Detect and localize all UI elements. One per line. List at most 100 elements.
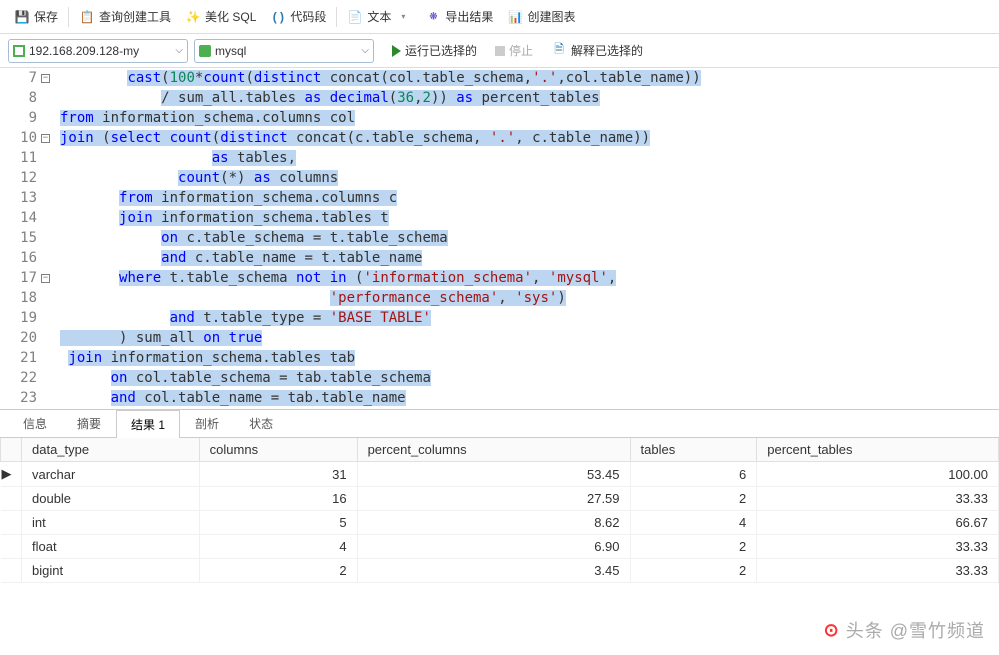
grid-header-row: data_typecolumnspercent_columnstablesper… — [1, 438, 999, 462]
code-line[interactable]: / sum_all.tables as decimal(36,2)) as pe… — [56, 88, 999, 108]
code-line[interactable]: from information_schema.columns c — [56, 188, 999, 208]
table-row[interactable]: bigint23.45233.33 — [1, 559, 999, 583]
code-line[interactable]: on c.table_schema = t.table_schema — [56, 228, 999, 248]
save-button[interactable]: 💾 保存 — [8, 4, 64, 29]
table-row[interactable]: ▶varchar3153.456100.00 — [1, 462, 999, 487]
line-number: 10− — [0, 128, 56, 148]
code-line[interactable]: and c.table_name = t.table_name — [56, 248, 999, 268]
line-number: 13 — [0, 188, 56, 208]
result-tabs: 信息 摘要 结果 1 剖析 状态 — [0, 410, 999, 438]
code-line[interactable]: ) sum_all on true — [56, 328, 999, 348]
save-icon: 💾 — [14, 9, 30, 25]
table-row[interactable]: double1627.59233.33 — [1, 487, 999, 511]
code-line[interactable]: where t.table_schema not in ('informatio… — [56, 268, 999, 288]
code-line[interactable]: cast(100*count(distinct concat(col.table… — [56, 68, 999, 88]
column-header[interactable]: percent_columns — [357, 438, 630, 462]
tab-result[interactable]: 结果 1 — [116, 410, 180, 438]
line-number: 16 — [0, 248, 56, 268]
query-tool-button[interactable]: 📋 查询创建工具 — [73, 4, 177, 29]
tab-profile[interactable]: 剖析 — [180, 409, 234, 437]
fold-icon[interactable]: − — [41, 134, 50, 143]
column-header[interactable]: percent_tables — [757, 438, 999, 462]
text-button[interactable]: 📄 文本 ▾ — [341, 4, 417, 29]
code-line[interactable]: count(*) as columns — [56, 168, 999, 188]
connection-icon — [13, 45, 25, 57]
watermark-prefix: 头条 — [846, 617, 884, 643]
explain-label: 解释已选择的 — [571, 42, 643, 59]
line-number: 18 — [0, 288, 56, 308]
code-line[interactable]: from information_schema.columns col — [56, 108, 999, 128]
text-label: 文本 — [367, 8, 391, 25]
fold-icon[interactable]: − — [41, 274, 50, 283]
stop-label: 停止 — [509, 42, 533, 59]
code-seg-icon: ( ) — [270, 9, 286, 25]
line-number: 23 — [0, 388, 56, 408]
run-label: 运行已选择的 — [405, 42, 477, 59]
table-row[interactable]: int58.62466.67 — [1, 511, 999, 535]
line-number: 21 — [0, 348, 56, 368]
line-number: 12 — [0, 168, 56, 188]
explain-button[interactable]: 🗎 解释已选择的 — [545, 40, 649, 61]
play-icon — [392, 45, 401, 57]
chart-button[interactable]: 📊 创建图表 — [501, 4, 581, 29]
chart-icon: 📊 — [507, 9, 523, 25]
code-seg-button[interactable]: ( ) 代码段 — [264, 4, 332, 29]
database-icon — [199, 45, 211, 57]
export-icon: 🞽 — [425, 9, 441, 25]
line-number: 22 — [0, 368, 56, 388]
main-toolbar: 💾 保存 📋 查询创建工具 ✨ 美化 SQL ( ) 代码段 📄 文本 ▾ 🞽 … — [0, 0, 999, 34]
code-line[interactable]: and col.table_name = tab.table_name — [56, 388, 999, 408]
code-seg-label: 代码段 — [290, 8, 326, 25]
stop-button[interactable]: 停止 — [489, 40, 539, 61]
chevron-down-icon: ⌵ — [361, 45, 369, 56]
chevron-down-icon: ⌵ — [175, 45, 183, 56]
column-header[interactable]: tables — [630, 438, 757, 462]
code-line[interactable]: and t.table_type = 'BASE TABLE' — [56, 308, 999, 328]
tab-summary[interactable]: 摘要 — [62, 409, 116, 437]
line-number: 7− — [0, 68, 56, 88]
fold-icon[interactable]: − — [41, 74, 50, 83]
line-number: 11 — [0, 148, 56, 168]
line-number: 20 — [0, 328, 56, 348]
watermark-icon: ⊙ — [824, 620, 840, 641]
chevron-down-icon: ▾ — [395, 9, 411, 25]
run-selected-button[interactable]: 运行已选择的 — [386, 40, 483, 61]
export-label: 导出结果 — [445, 8, 493, 25]
tab-info[interactable]: 信息 — [8, 409, 62, 437]
watermark-text: @雪竹频道 — [890, 617, 985, 643]
table-row[interactable]: float46.90233.33 — [1, 535, 999, 559]
save-label: 保存 — [34, 8, 58, 25]
line-gutter: 7−8910−11121314151617−181920212223 — [0, 68, 56, 409]
server-name: 192.168.209.128-my — [29, 44, 139, 58]
separator — [336, 7, 337, 27]
beautify-button[interactable]: ✨ 美化 SQL — [179, 4, 262, 29]
database-name: mysql — [215, 44, 246, 58]
code-line[interactable]: join information_schema.tables t — [56, 208, 999, 228]
explain-icon: 🗎 — [551, 43, 567, 59]
beautify-label: 美化 SQL — [205, 8, 256, 25]
line-number: 15 — [0, 228, 56, 248]
chart-label: 创建图表 — [527, 8, 575, 25]
query-tool-icon: 📋 — [79, 9, 95, 25]
result-grid[interactable]: data_typecolumnspercent_columnstablesper… — [0, 438, 999, 583]
column-header[interactable]: columns — [199, 438, 357, 462]
code-line[interactable]: join (select count(distinct concat(c.tab… — [56, 128, 999, 148]
code-line[interactable]: as tables, — [56, 148, 999, 168]
line-number: 14 — [0, 208, 56, 228]
export-button[interactable]: 🞽 导出结果 — [419, 4, 499, 29]
line-number: 19 — [0, 308, 56, 328]
database-dropdown[interactable]: mysql ⌵ — [194, 39, 374, 63]
sql-editor[interactable]: 7−8910−11121314151617−181920212223 cast(… — [0, 68, 999, 410]
column-header[interactable]: data_type — [22, 438, 200, 462]
beautify-icon: ✨ — [185, 9, 201, 25]
line-number: 8 — [0, 88, 56, 108]
code-area[interactable]: cast(100*count(distinct concat(col.table… — [56, 68, 999, 409]
server-dropdown[interactable]: 192.168.209.128-my ⌵ — [8, 39, 188, 63]
connection-bar: 192.168.209.128-my ⌵ mysql ⌵ 运行已选择的 停止 🗎… — [0, 34, 999, 68]
code-line[interactable]: on col.table_schema = tab.table_schema — [56, 368, 999, 388]
query-tool-label: 查询创建工具 — [99, 8, 171, 25]
code-line[interactable]: 'performance_schema', 'sys') — [56, 288, 999, 308]
code-line[interactable]: join information_schema.tables tab — [56, 348, 999, 368]
tab-status[interactable]: 状态 — [234, 409, 288, 437]
stop-icon — [495, 46, 505, 56]
